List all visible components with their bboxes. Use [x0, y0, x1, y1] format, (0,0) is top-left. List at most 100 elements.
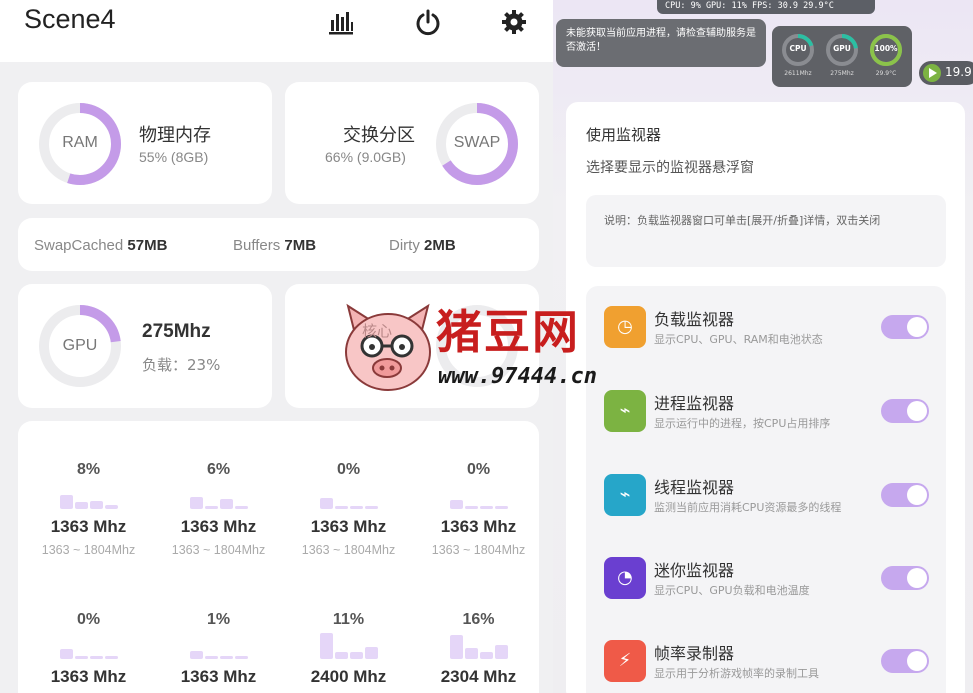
monitor-toggle[interactable]: [881, 483, 929, 507]
core-load-bar: [494, 506, 508, 509]
core-frequency: 2400 Mhz: [310, 667, 387, 686]
mini-battery: 100% 29.9°C: [867, 33, 905, 77]
core-load: 0%: [466, 461, 491, 478]
monitor-title: 帧率录制器: [654, 644, 735, 663]
ram-card[interactable]: RAM 物理内存 55% (8GB): [18, 82, 272, 204]
core-frequency: 1363 Mhz: [180, 667, 257, 686]
mini-cpu-label: CPU: [789, 44, 807, 53]
mini-cpu-freq: 2611Mhz: [784, 70, 812, 77]
core-load-bar: [364, 647, 378, 659]
gpu-load: 负载：23%: [142, 356, 221, 374]
core-load-bar: [319, 498, 333, 509]
core-load-bar: [449, 500, 463, 509]
core-load: 11%: [332, 611, 365, 628]
stat-swapcached: SwapCached 57MB: [34, 237, 167, 254]
core-load-bar: [349, 652, 363, 659]
ram-ring: RAM: [38, 102, 122, 186]
cpu-core-7: 16% 2304 Mhz: [416, 611, 541, 693]
runner-icon: ⚡: [604, 640, 646, 682]
monitor-item-4[interactable]: ⚡ 帧率录制器 显示用于分析游戏帧率的录制工具: [586, 636, 946, 693]
core-load-bar: [189, 497, 203, 509]
stat-value: 7MB: [284, 237, 317, 254]
core-load-bar: [464, 506, 478, 509]
core-load: 1%: [206, 611, 231, 628]
fps-recorder-pill[interactable]: 19.9: [919, 61, 973, 85]
activity-icon: ⌁: [604, 474, 646, 516]
monitor-toggle[interactable]: [881, 649, 929, 673]
core-load-history: [26, 633, 151, 659]
core-load: 6%: [206, 461, 231, 478]
monitor-description: 显示CPU、GPU负载和电池温度: [654, 584, 810, 597]
core-frequency: 1363 Mhz: [310, 517, 387, 536]
fps-value: 19.9: [945, 65, 972, 79]
monitor-toggle[interactable]: [881, 399, 929, 423]
core-load-history: [286, 483, 411, 509]
monitor-description: 监测当前应用消耗CPU资源最多的线程: [654, 501, 842, 514]
mini-battery-ring: 100%: [869, 33, 903, 67]
monitor-toggle[interactable]: [881, 315, 929, 339]
play-icon[interactable]: [923, 64, 941, 82]
bar-chart-icon[interactable]: [327, 8, 355, 36]
core-load-history: [286, 633, 411, 659]
monitor-item-2[interactable]: ⌁ 线程监视器监测当前应用消耗CPU资源最多的线程: [586, 470, 946, 530]
core-load-bar: [234, 656, 248, 659]
core-frequency: 1363 Mhz: [50, 517, 127, 536]
cpu-core-0: 8% 1363 Mhz 1363 ~ 1804Mhz: [26, 461, 151, 557]
swap-ring-label: SWAP: [453, 134, 501, 151]
monitor-item-0[interactable]: ◷ 负载监视器 显示CPU、GPU、RAM和电池状态: [586, 302, 946, 362]
mini-gpu: GPU 275Mhz: [823, 33, 861, 77]
gpu-card[interactable]: GPU 275Mhz 负载：23%: [18, 284, 272, 408]
core-load-bar: [319, 633, 333, 659]
core-load-history: [156, 633, 281, 659]
core-load-history: [416, 483, 541, 509]
core-load-history: [416, 633, 541, 659]
power-icon[interactable]: [414, 8, 442, 36]
sheet-title: 使用监视器: [586, 126, 662, 144]
gauge-icon: ◔: [604, 557, 646, 599]
swap-card[interactable]: 交换分区 66% (9.0GB) SWAP: [285, 82, 539, 204]
monitor-item-3[interactable]: ◔ 迷你监视器 显示CPU、GPU负载和电池温度: [586, 553, 946, 613]
monitor-description: 显示运行中的进程，按CPU占用排序: [654, 417, 831, 430]
core-load-bar: [204, 656, 218, 659]
core-load-bar: [189, 651, 203, 659]
swap-ring: SWAP: [435, 102, 519, 186]
cpu-core-1: 6% 1363 Mhz 1363 ~ 1804Mhz: [156, 461, 281, 557]
mini-battery-temp: 29.9°C: [875, 70, 897, 77]
watermark: 核心 猪豆网 www.97444.cn: [340, 296, 640, 400]
core-load-bar: [479, 506, 493, 509]
core-frequency: 1363 Mhz: [50, 667, 127, 686]
gear-icon[interactable]: [500, 8, 528, 36]
monitor-toggle[interactable]: [881, 566, 929, 590]
watermark-title: 猪豆网: [436, 305, 580, 359]
core-load-bar: [74, 502, 88, 509]
ram-detail: 55% (8GB): [139, 149, 209, 165]
mini-battery-label: 100%: [874, 44, 898, 53]
stat-value: 2MB: [424, 237, 456, 254]
mini-gpu-freq: 275Mhz: [830, 70, 854, 77]
core-freq-range: 1363 ~ 1804Mhz: [301, 543, 396, 557]
mini-cpu: CPU 2611Mhz: [779, 33, 817, 77]
watermark-badge: 核心: [362, 322, 393, 340]
monitor-item-1[interactable]: ⌁ 进程监视器 显示运行中的进程，按CPU占用排序: [586, 386, 946, 446]
core-load-bar: [349, 506, 363, 509]
swap-detail: 66% (9.0GB): [325, 149, 406, 165]
stat-label: Dirty: [389, 237, 420, 254]
stat-value: 57MB: [127, 237, 168, 254]
cpu-core-2: 0% 1363 Mhz 1363 ~ 1804Mhz: [286, 461, 411, 557]
core-load-bar: [74, 656, 88, 659]
sheet-subtitle: 选择要显示的监视器悬浮窗: [586, 160, 754, 176]
mini-gpu-ring: GPU: [825, 33, 859, 67]
core-freq-range: 1363 ~ 1804Mhz: [171, 543, 266, 557]
core-frequency: 1363 Mhz: [180, 517, 257, 536]
core-load-bar: [219, 656, 233, 659]
core-load-bar: [334, 652, 348, 659]
core-load-bar: [494, 645, 508, 659]
gpu-frequency: 275Mhz: [142, 321, 211, 342]
monitor-title: 线程监视器: [654, 478, 735, 497]
cpu-core-5: 1% 1363 Mhz: [156, 611, 281, 693]
mini-monitor-overlay[interactable]: CPU 2611Mhz GPU 275Mhz 100% 29.9°C: [772, 26, 912, 87]
usage-note: 说明：负载监视器窗口可单击[展开/折叠]详情，双击关闭: [586, 195, 946, 267]
monitor-title: 进程监视器: [654, 394, 735, 413]
floating-status-bar[interactable]: CPU: 9% GPU: 11% FPS: 30.9 29.9°C: [657, 0, 875, 14]
stat-dirty: Dirty 2MB: [389, 237, 456, 254]
